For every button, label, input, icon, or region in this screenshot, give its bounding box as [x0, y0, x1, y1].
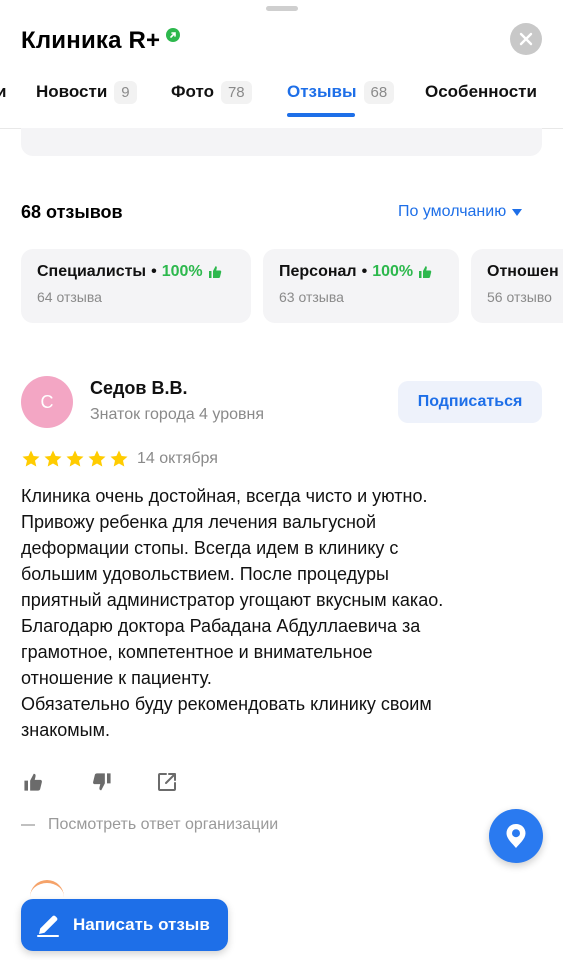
review-line: Благодарю доктора Рабадана Абдуллаевича … — [21, 616, 421, 636]
dislike-button[interactable] — [90, 770, 114, 794]
pencil-icon — [35, 912, 61, 938]
aspect-chips: Специалисты • 100% 64 отзыва Персонал • … — [21, 249, 563, 323]
review-line: Привожу ребенка для лечения вальгусной — [21, 512, 376, 532]
like-button[interactable] — [21, 770, 45, 794]
thumbs-up-icon — [208, 265, 222, 279]
reviews-count: 68 отзывов — [21, 202, 123, 222]
header: Клиника R+ — [21, 24, 181, 58]
verified-badge-icon — [166, 28, 181, 42]
aspect-percent: 100% — [372, 263, 414, 280]
avatar-letter: С — [40, 391, 54, 412]
review-line: большим удовольствием. После процедуры — [21, 564, 389, 584]
tab-news[interactable]: Новости 9 — [36, 76, 137, 108]
separator-dot: • — [361, 263, 368, 280]
review-text: Клиника очень достойная, всегда чисто и … — [21, 483, 546, 743]
thumbs-up-icon — [418, 265, 432, 279]
tab-features[interactable]: Особенности — [425, 76, 537, 108]
aspect-count: 63 отзыва — [279, 289, 344, 305]
tab-label: Фото — [171, 82, 214, 101]
tabs-bar: и Новости 9 Фото 78 Отзывы 68 Особенност… — [0, 76, 563, 118]
chevron-down-icon — [512, 208, 523, 216]
dash-icon — [21, 824, 35, 826]
star-icon — [44, 450, 62, 467]
share-button[interactable] — [155, 770, 179, 794]
org-reply-label: Посмотреть ответ организации — [48, 816, 279, 833]
page-title: Клиника R+ — [21, 27, 161, 54]
sort-dropdown[interactable]: По умолчанию — [398, 203, 523, 221]
tab-label: Новости — [36, 82, 108, 101]
aspect-count: 64 отзыва — [37, 289, 102, 305]
review-line: отношение к пациенту. — [21, 668, 212, 688]
write-review-label: Написать отзыв — [73, 915, 210, 934]
review-date: 14 октября — [137, 450, 218, 467]
review-line: грамотное, компетентное и внимательное — [21, 642, 373, 662]
author-level: Знаток города 4 уровня — [90, 406, 265, 423]
thumbs-up-icon — [24, 773, 42, 791]
tab-count: 68 — [363, 80, 395, 104]
star-icon — [22, 450, 40, 467]
share-icon — [158, 773, 176, 791]
separator-dot: • — [151, 263, 157, 280]
tab-partial[interactable]: и — [0, 76, 6, 108]
tab-photos[interactable]: Фото 78 — [171, 76, 252, 108]
sort-label: По умолчанию — [398, 203, 507, 220]
rating-stars — [21, 449, 129, 469]
review-line: деформации стопы. Всегда идем в клинику … — [21, 538, 399, 558]
avatar[interactable]: С — [21, 376, 73, 428]
aspect-name: Персонал — [279, 263, 357, 280]
org-reply-link[interactable]: Посмотреть ответ организации — [21, 816, 278, 834]
write-review-button[interactable]: Написать отзыв — [21, 899, 228, 951]
aspect-percent: 100% — [161, 263, 203, 280]
active-tab-indicator — [287, 113, 355, 117]
aspect-chip-staff[interactable]: Персонал • 100% 63 отзыва — [263, 249, 459, 323]
aspect-count: 56 отзыво — [487, 289, 552, 305]
star-icon — [110, 450, 128, 467]
sheet-grabber[interactable] — [266, 6, 298, 11]
tab-label: и — [0, 82, 7, 101]
tab-label: Отзывы — [287, 82, 357, 101]
tab-reviews[interactable]: Отзывы 68 — [287, 76, 395, 108]
aspect-name: Специалисты — [37, 263, 147, 280]
tab-label: Особенности — [425, 82, 537, 101]
aspect-name: Отношен — [487, 263, 559, 280]
star-icon — [66, 450, 84, 467]
review-line: приятный администратор угощают вкусным к… — [21, 590, 444, 610]
tab-count: 9 — [114, 80, 137, 104]
aspect-chip-specialists[interactable]: Специалисты • 100% 64 отзыва — [21, 249, 251, 323]
map-pin-icon — [506, 824, 526, 848]
review-actions — [21, 770, 179, 794]
review-author[interactable]: Седов В.В. — [90, 378, 188, 399]
map-button[interactable] — [489, 809, 543, 863]
aspect-chip-attitude[interactable]: Отношен 56 отзыво — [471, 249, 563, 323]
tab-count: 78 — [220, 80, 252, 104]
review-line: Обязательно буду рекомендовать клинику с… — [21, 694, 432, 714]
close-icon — [519, 32, 533, 46]
previous-card-bottom — [21, 128, 542, 156]
thumbs-down-icon — [93, 773, 111, 791]
close-button[interactable] — [510, 23, 542, 55]
review-line: Клиника очень достойная, всегда чисто и … — [21, 486, 428, 506]
review-line: знакомым. — [21, 720, 110, 740]
subscribe-button[interactable]: Подписаться — [398, 381, 542, 423]
star-icon — [88, 450, 106, 467]
